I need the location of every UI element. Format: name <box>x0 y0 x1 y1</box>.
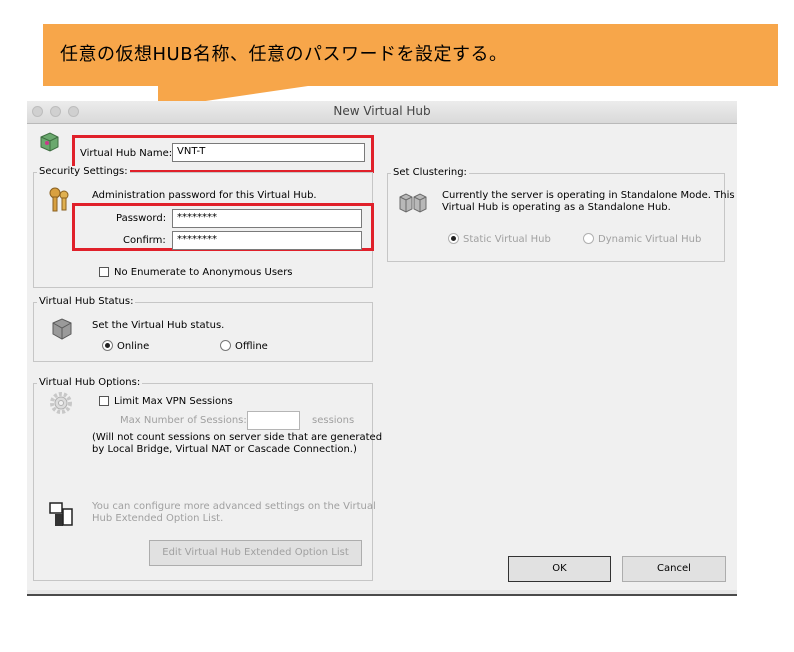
clustering-legend: Set Clustering: <box>391 167 469 178</box>
no-enumerate-checkbox[interactable] <box>99 267 109 277</box>
dialog-bottom-edge <box>27 590 737 596</box>
hub-name-input[interactable]: VNT-T <box>172 143 365 162</box>
callout-text: 任意の仮想HUB名称、任意のパスワードを設定する。 <box>60 44 508 65</box>
offline-label: Offline <box>235 341 268 352</box>
max-sessions-input[interactable] <box>247 411 300 430</box>
static-hub-radio[interactable] <box>448 233 459 244</box>
static-hub-label: Static Virtual Hub <box>463 234 551 245</box>
dynamic-hub-label: Dynamic Virtual Hub <box>598 234 702 245</box>
advanced-settings-line1: You can configure more advanced settings… <box>92 501 376 512</box>
hub-status-group <box>33 302 373 362</box>
sessions-note-line1: (Will not count sessions on server side … <box>92 432 383 443</box>
window-title: New Virtual Hub <box>333 104 431 118</box>
ok-button[interactable]: OK <box>508 556 611 582</box>
computers-icon <box>47 500 75 528</box>
security-description: Administration password for this Virtual… <box>92 190 317 201</box>
virtual-hub-icon <box>38 131 60 153</box>
online-label: Online <box>117 341 150 352</box>
max-sessions-label: Max Number of Sessions: <box>120 415 247 426</box>
password-label: Password: <box>116 213 167 224</box>
limit-sessions-label: Limit Max VPN Sessions <box>114 396 233 407</box>
edit-extended-options-button[interactable]: Edit Virtual Hub Extended Option List <box>149 540 362 566</box>
limit-sessions-checkbox[interactable] <box>99 396 109 406</box>
cancel-button[interactable]: Cancel <box>622 556 726 582</box>
online-radio[interactable] <box>102 340 113 351</box>
hub-options-legend: Virtual Hub Options: <box>37 377 143 388</box>
hub-status-icon <box>50 317 74 341</box>
clustering-line1: Currently the server is operating in Sta… <box>442 190 735 201</box>
dynamic-hub-radio[interactable] <box>583 233 594 244</box>
keys-icon <box>46 186 72 214</box>
clustering-group <box>387 173 725 262</box>
clustering-line2: Virtual Hub is operating as a Standalone… <box>442 202 671 213</box>
confirm-label: Confirm: <box>123 235 166 246</box>
hub-name-label: Virtual Hub Name: <box>80 148 173 159</box>
advanced-settings-line2: Hub Extended Option List. <box>92 513 224 524</box>
security-settings-legend: Security Settings: <box>37 166 130 177</box>
sessions-note-line2: by Local Bridge, Virtual NAT or Cascade … <box>92 444 357 455</box>
hub-status-description: Set the Virtual Hub status. <box>92 320 225 331</box>
cluster-servers-icon <box>398 191 428 215</box>
password-input[interactable]: ******** <box>172 209 362 228</box>
gear-icon <box>48 390 74 416</box>
hub-status-legend: Virtual Hub Status: <box>37 296 136 307</box>
no-enumerate-label: No Enumerate to Anonymous Users <box>114 267 293 278</box>
confirm-password-input[interactable]: ******** <box>172 231 362 250</box>
sessions-unit-label: sessions <box>312 415 355 426</box>
offline-radio[interactable] <box>220 340 231 351</box>
